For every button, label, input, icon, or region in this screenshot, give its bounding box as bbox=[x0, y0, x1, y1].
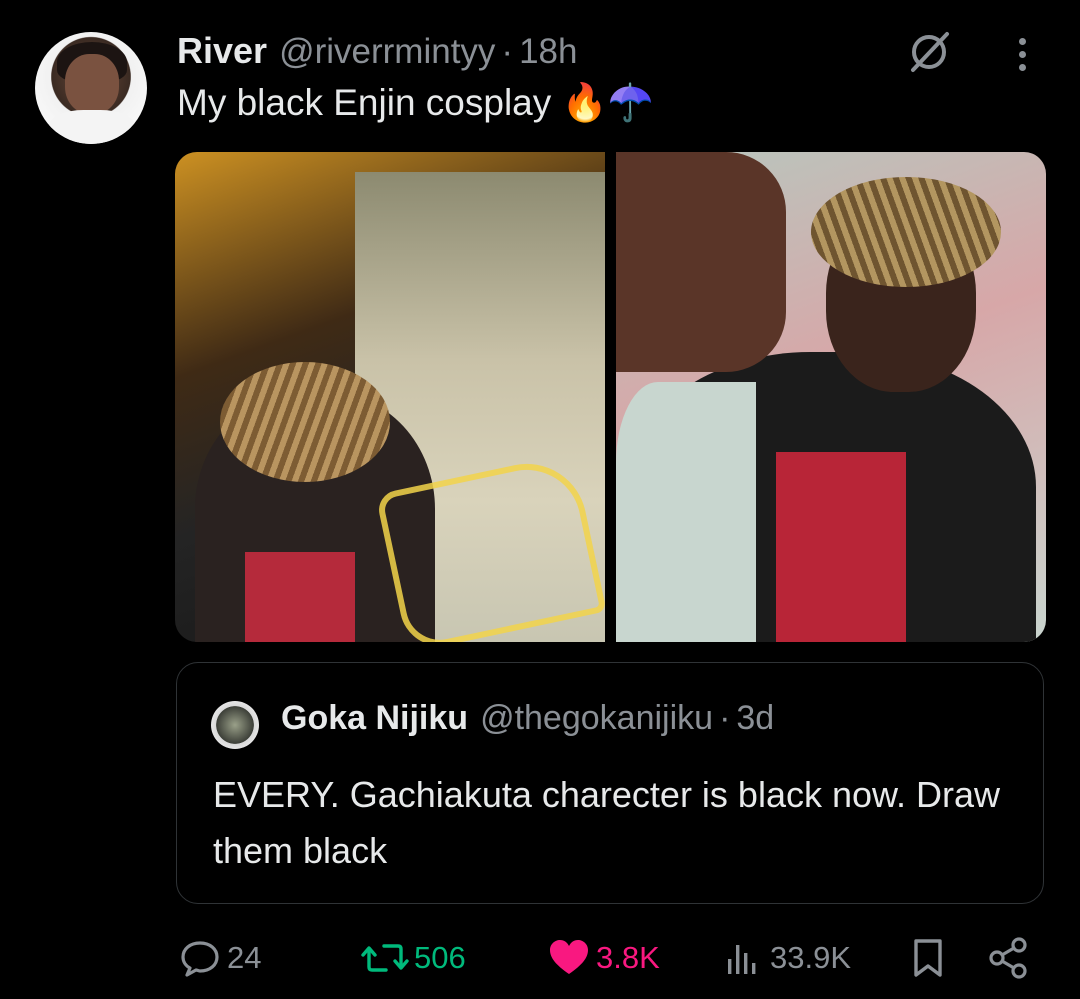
share-icon bbox=[986, 935, 1030, 981]
quoted-header-separator: · bbox=[719, 699, 731, 737]
repost-count: 506 bbox=[414, 940, 466, 975]
cosplayer-jacket bbox=[616, 382, 756, 642]
heart-icon bbox=[546, 935, 592, 981]
quoted-tweet-time: 3d bbox=[736, 699, 775, 737]
views-icon bbox=[722, 935, 766, 981]
repost-icon bbox=[360, 935, 410, 981]
avatar-shirt bbox=[49, 110, 135, 144]
bookmark-icon bbox=[908, 935, 948, 981]
media-image-1[interactable] bbox=[175, 152, 605, 642]
tweet-text: My black Enjin cosplay 🔥☂️ bbox=[177, 82, 654, 123]
more-icon[interactable] bbox=[1000, 32, 1044, 76]
quoted-author-avatar[interactable] bbox=[211, 701, 259, 749]
media-image-2[interactable] bbox=[616, 152, 1046, 642]
cosplayer-hair bbox=[220, 362, 390, 482]
header-separator: · bbox=[501, 32, 514, 71]
views-button[interactable]: 33.9K bbox=[722, 930, 851, 986]
quoted-author-handle: @thegokanijiku bbox=[480, 699, 714, 737]
views-count: 33.9K bbox=[770, 940, 852, 975]
tweet-media bbox=[175, 152, 1046, 642]
tweet-time[interactable]: 18h bbox=[519, 32, 577, 72]
quoted-tweet-header: Goka Nijiku @thegokanijiku · 3d bbox=[281, 699, 774, 738]
cosplayer-hand bbox=[616, 152, 786, 372]
bookmark-button[interactable] bbox=[908, 930, 948, 986]
avatar-face bbox=[65, 54, 119, 114]
cosplayer-shirt bbox=[245, 552, 355, 642]
author-name[interactable]: River bbox=[177, 30, 267, 72]
like-button[interactable]: 3.8K bbox=[546, 930, 660, 986]
like-count: 3.8K bbox=[596, 940, 660, 975]
quoted-tweet-text: EVERY. Gachiakuta charecter is black now… bbox=[213, 774, 1001, 871]
quoted-tweet[interactable]: Goka Nijiku @thegokanijiku · 3d EVERY. G… bbox=[176, 662, 1044, 904]
reply-icon bbox=[177, 935, 223, 981]
action-bar: 24 506 3.8K 33.9K bbox=[0, 930, 1080, 986]
repost-button[interactable]: 506 bbox=[360, 930, 466, 986]
cosplayer-shirt bbox=[776, 452, 906, 642]
author-avatar[interactable] bbox=[35, 32, 147, 144]
tweet-header: River @riverrmintyy · 18h bbox=[177, 30, 577, 74]
reply-count: 24 bbox=[227, 940, 262, 975]
quoted-author-name: Goka Nijiku bbox=[281, 699, 469, 737]
share-button[interactable] bbox=[986, 930, 1030, 986]
author-handle[interactable]: @riverrmintyy bbox=[279, 32, 495, 72]
grok-icon[interactable] bbox=[905, 28, 953, 76]
cosplayer-hair bbox=[811, 177, 1001, 287]
reply-button[interactable]: 24 bbox=[177, 930, 261, 986]
